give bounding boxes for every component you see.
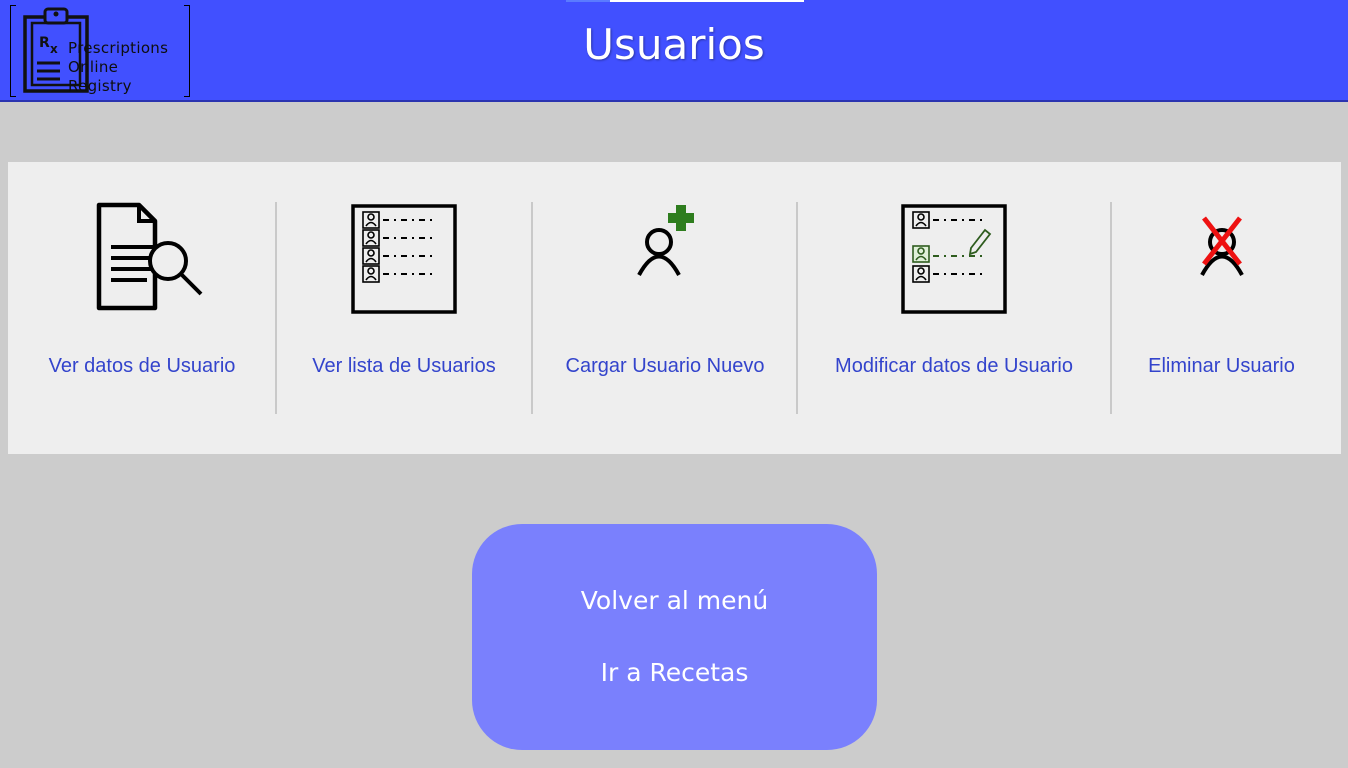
user-list-icon bbox=[351, 204, 457, 314]
option-view-user-list[interactable]: Ver lista de Usuarios bbox=[277, 162, 531, 454]
top-strip bbox=[566, 0, 804, 2]
header-bar: R x Prescriptions Online Registry Usuari… bbox=[0, 0, 1348, 102]
edit-user-list-icon bbox=[901, 204, 1007, 314]
option-label[interactable]: Eliminar Usuario bbox=[1112, 355, 1331, 378]
option-label[interactable]: Ver lista de Usuarios bbox=[277, 355, 531, 378]
delete-user-icon bbox=[1199, 216, 1244, 276]
nav-box: Volver al menú Ir a Recetas bbox=[472, 524, 877, 750]
page-title: Usuarios bbox=[583, 20, 765, 69]
option-view-user-data[interactable]: Ver datos de Usuario bbox=[8, 162, 276, 454]
document-search-icon bbox=[96, 202, 203, 311]
option-edit-user[interactable]: Modificar datos de Usuario bbox=[798, 162, 1110, 454]
icon-wrap bbox=[277, 202, 531, 317]
options-panel: Ver datos de Usuario Ver lista de Usuari… bbox=[8, 162, 1341, 454]
go-to-recipes-link[interactable]: Ir a Recetas bbox=[472, 658, 877, 687]
icon-wrap bbox=[798, 202, 1110, 317]
back-to-menu-link[interactable]: Volver al menú bbox=[472, 586, 877, 615]
option-add-user[interactable]: Cargar Usuario Nuevo bbox=[533, 162, 797, 454]
option-label[interactable]: Modificar datos de Usuario bbox=[798, 355, 1110, 378]
option-label[interactable]: Cargar Usuario Nuevo bbox=[533, 355, 797, 378]
option-delete-user[interactable]: Eliminar Usuario bbox=[1112, 162, 1331, 454]
icon-wrap bbox=[8, 202, 276, 317]
logo-text-line-3: Registry bbox=[68, 77, 132, 95]
icon-wrap bbox=[533, 202, 797, 317]
icon-wrap bbox=[1112, 202, 1331, 317]
option-label[interactable]: Ver datos de Usuario bbox=[8, 355, 276, 378]
add-user-icon bbox=[637, 205, 694, 276]
